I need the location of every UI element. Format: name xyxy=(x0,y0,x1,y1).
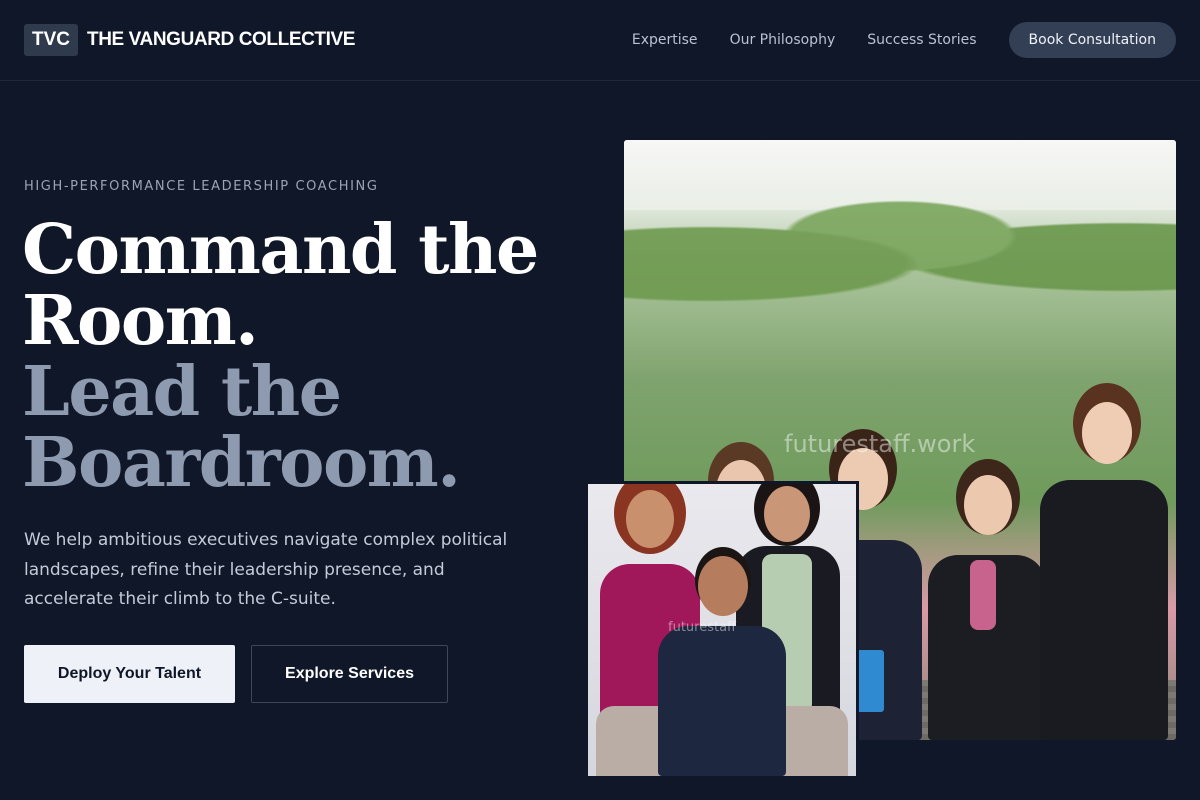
photo-trees xyxy=(624,180,1176,320)
headline-line-2: Room. xyxy=(22,281,259,361)
book-consultation-button[interactable]: Book Consultation xyxy=(1008,22,1176,58)
image-watermark: futurestaff.work xyxy=(784,430,976,458)
team-photo-inset: futurestaff xyxy=(585,481,859,779)
hero-headline: Command the Room. Lead the Boardroom. xyxy=(22,215,582,499)
brand[interactable]: TVC THE VANGUARD COLLECTIVE xyxy=(24,24,355,56)
headline-line-4: Boardroom. xyxy=(22,423,461,503)
person-figure xyxy=(1032,340,1172,740)
hero-description: We help ambitious executives navigate co… xyxy=(24,530,508,609)
brand-name[interactable]: THE VANGUARD COLLECTIVE xyxy=(87,29,355,51)
nav-link-success-stories[interactable]: Success Stories xyxy=(867,32,976,48)
nav-link-philosophy[interactable]: Our Philosophy xyxy=(730,32,836,48)
nav-link-expertise[interactable]: Expertise xyxy=(632,32,698,48)
logo-badge[interactable]: TVC xyxy=(24,24,78,56)
person-figure xyxy=(652,556,792,776)
explore-services-button[interactable]: Explore Services xyxy=(251,645,448,703)
deploy-talent-button[interactable]: Deploy Your Talent xyxy=(24,645,235,703)
hero-eyebrow: HIGH-PERFORMANCE LEADERSHIP COACHING xyxy=(24,179,379,194)
nav-links: Expertise Our Philosophy Success Stories… xyxy=(632,22,1176,58)
top-nav: TVC THE VANGUARD COLLECTIVE Expertise Ou… xyxy=(0,0,1200,81)
image-watermark: futurestaff xyxy=(668,620,737,635)
headline-line-1: Command the xyxy=(22,210,539,290)
headline-line-3: Lead the xyxy=(22,352,342,432)
